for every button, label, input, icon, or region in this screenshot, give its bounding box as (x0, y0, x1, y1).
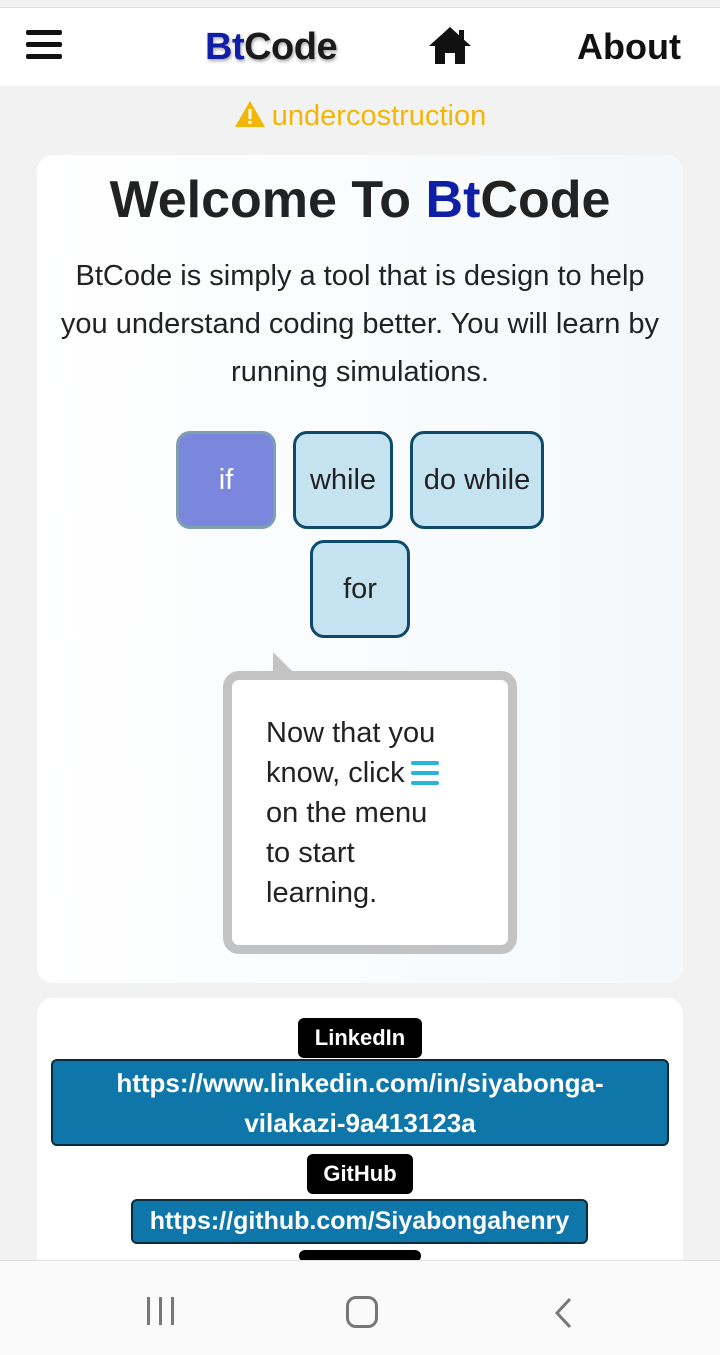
github-label: GitHub (307, 1154, 413, 1194)
for-button[interactable]: for (310, 540, 410, 638)
title-brand-suffix: Code (480, 171, 611, 229)
about-link[interactable]: About (577, 26, 681, 68)
do-while-button[interactable]: do while (410, 431, 544, 529)
tooltip-line: on the menu (266, 797, 428, 829)
home-button-icon[interactable] (346, 1296, 378, 1328)
notice-text: undercostruction (271, 100, 487, 132)
tooltip-line: learning. (266, 877, 378, 909)
recents-icon[interactable] (146, 1297, 176, 1327)
warning-icon (234, 101, 265, 127)
brand-logo[interactable]: BtCode (205, 26, 338, 69)
home-icon[interactable] (426, 24, 474, 68)
tooltip-text: Now that you know, click on the menu to … (266, 713, 486, 913)
linkedin-url-line: https://www.linkedin.com/in/siyabonga- (116, 1068, 604, 1098)
tooltip-line: to start (266, 837, 355, 869)
tooltip-line: Now that you (266, 717, 436, 749)
intro-text: BtCode is simply a tool that is design t… (60, 260, 660, 388)
system-navigation-bar (0, 1260, 720, 1355)
linkedin-link[interactable]: https://www.linkedin.com/in/siyabonga- v… (51, 1059, 669, 1146)
back-icon[interactable] (552, 1296, 576, 1330)
construction-notice: undercostruction (0, 100, 720, 133)
linkedin-label: LinkedIn (298, 1018, 422, 1058)
menu-icon[interactable] (26, 30, 62, 60)
menu-icon-inline (410, 761, 439, 785)
status-bar-strip (0, 0, 720, 8)
title-prefix: Welcome To (109, 171, 426, 229)
if-button[interactable]: if (176, 431, 276, 529)
brand-suffix: Code (244, 26, 338, 68)
page-title: Welcome To BtCode (0, 170, 720, 230)
top-navbar: BtCode About (0, 8, 720, 86)
brand-prefix: Bt (205, 26, 245, 68)
tooltip-line: know, click (266, 753, 486, 793)
linkedin-url-line: vilakazi-9a413123a (244, 1108, 476, 1138)
title-brand-prefix: Bt (425, 171, 481, 229)
github-link[interactable]: https://github.com/Siyabongahenry (131, 1199, 588, 1244)
while-button[interactable]: while (293, 431, 393, 529)
